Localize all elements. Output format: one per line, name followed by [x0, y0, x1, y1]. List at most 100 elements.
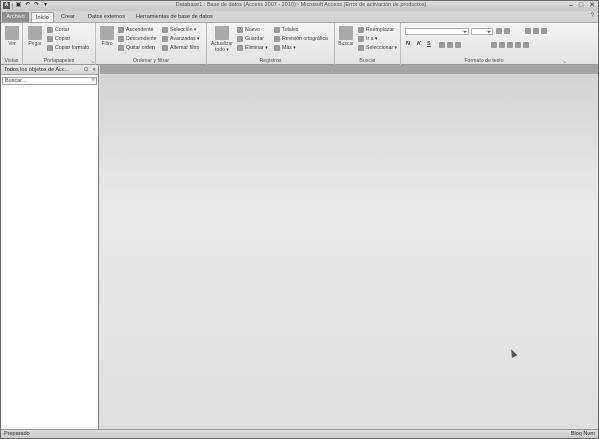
goto-label: Ir a ▾ [366, 36, 378, 42]
font-size-select[interactable] [471, 28, 493, 35]
title-bar: A ▣ ↶ ↷ ▾ Database1 : Base de datos (Acc… [1, 1, 598, 11]
nav-search-placeholder: Buscar... [5, 78, 27, 84]
font-family-select[interactable] [405, 28, 469, 35]
sort-ascending-button[interactable]: Ascendente [118, 26, 153, 34]
selection-button[interactable]: Selección ▾ [162, 26, 197, 34]
highlight-icon[interactable] [447, 42, 453, 48]
status-text: Preparado [4, 431, 30, 437]
selection-label: Selección ▾ [170, 27, 197, 33]
sigma-icon [274, 27, 280, 33]
undo-icon[interactable]: ↶ [24, 2, 31, 9]
format-launcher-icon[interactable]: ↘ [563, 59, 566, 64]
remove-sort-label: Quitar orden [126, 45, 155, 51]
view-button[interactable]: Ver [4, 26, 20, 47]
align-left-icon[interactable] [491, 42, 497, 48]
spelling-button[interactable]: Revisión ortográfica [274, 35, 328, 43]
filter-button[interactable]: Filtro [99, 26, 115, 47]
toggle-filter-button[interactable]: Alternar filtro [162, 44, 199, 52]
nav-search-input[interactable]: Buscar... ⌕ [2, 77, 97, 85]
remove-sort-icon [118, 45, 124, 51]
copy-label: Copiar [55, 36, 71, 42]
italic-button[interactable]: K [417, 41, 421, 47]
cut-button[interactable]: Cortar [47, 26, 69, 34]
tab-file[interactable]: Archivo [2, 12, 29, 22]
remove-sort-button[interactable]: Quitar orden [118, 44, 155, 52]
advanced-filter-icon [162, 36, 168, 42]
new-record-button[interactable]: Nuevo [237, 26, 260, 34]
minimize-button[interactable]: – [569, 2, 573, 10]
format-painter-button[interactable]: Copiar formato [47, 44, 89, 52]
more-button[interactable]: Más ▾ [274, 44, 296, 52]
bullets-icon[interactable] [496, 28, 502, 34]
ribbon: Ver Vistas Pegar Cortar Copiar Copiar fo… [1, 22, 598, 65]
goto-button[interactable]: Ir a ▾ [358, 35, 378, 43]
tab-datos-externos[interactable]: Datos externos [84, 12, 129, 22]
select-button[interactable]: Seleccionar ▾ [358, 44, 397, 52]
new-label: Nuevo [245, 27, 260, 33]
tab-inicio[interactable]: Inicio [31, 12, 54, 22]
sort-asc-label: Ascendente [126, 27, 154, 33]
tab-crear[interactable]: Crear [57, 12, 79, 22]
redo-icon[interactable]: ↷ [33, 2, 40, 9]
numbering-icon[interactable] [504, 28, 510, 34]
align-buttons [491, 41, 529, 49]
maximize-button[interactable]: □ [579, 2, 583, 10]
nav-pane-header[interactable]: Todos los objetos de Acc... ⊙ « [1, 65, 98, 75]
copy-button[interactable]: Copiar [47, 35, 70, 43]
sort-descending-button[interactable]: Descendente [118, 35, 157, 43]
save-record-button[interactable]: Guardar [237, 35, 264, 43]
copy-icon [47, 36, 53, 42]
advanced-label: Avanzadas ▾ [170, 36, 200, 42]
access-app-icon[interactable]: A [3, 2, 10, 9]
paste-button[interactable]: Pegar [26, 26, 44, 47]
mouse-pointer-icon [508, 348, 518, 358]
align-center-icon[interactable] [499, 42, 505, 48]
search-icon[interactable]: ⌕ [92, 77, 95, 83]
replace-label: Reemplazar [366, 27, 394, 33]
group-registros: Actualizar todo ▾ Nuevo Guardar Eliminar… [207, 23, 335, 65]
paste-icon [28, 26, 42, 40]
fill-color-icon[interactable] [455, 42, 461, 48]
brush-icon [47, 45, 53, 51]
totals-button[interactable]: Totales [274, 26, 298, 34]
refresh-all-label: Actualizar todo ▾ [211, 41, 233, 53]
group-ordenar-filtrar: Filtro Ascendente Descendente Quitar ord… [96, 23, 207, 65]
group-label-buscar: Buscar [359, 58, 376, 64]
status-bar: Preparado Bloq Num [1, 429, 598, 438]
font-color-icon[interactable] [439, 42, 445, 48]
align-right-icon[interactable] [507, 42, 513, 48]
alternate-row-color-icon[interactable] [523, 42, 529, 48]
find-button[interactable]: Buscar [337, 26, 355, 47]
navigation-pane: Todos los objetos de Acc... ⊙ « Buscar..… [1, 65, 99, 429]
underline-button[interactable]: S [427, 41, 431, 47]
save-icon[interactable]: ▣ [15, 2, 22, 9]
collapse-pane-icon[interactable]: « [93, 65, 96, 75]
spelling-label: Revisión ortográfica [282, 36, 328, 42]
nav-dropdown-icon[interactable]: ⊙ [84, 65, 89, 75]
paragraph-dropdown-icon[interactable] [541, 28, 547, 34]
toggle-filter-label: Alternar filtro [170, 45, 200, 51]
select-label: Seleccionar ▾ [366, 45, 398, 51]
ltr-icon[interactable] [525, 28, 531, 34]
group-label-portapapeles: Portapapeles [43, 58, 75, 64]
rtl-icon[interactable] [533, 28, 539, 34]
gridlines-icon[interactable] [515, 42, 521, 48]
color-buttons [439, 41, 461, 49]
customize-icon[interactable]: ▾ [42, 2, 49, 9]
save-record-icon [237, 36, 243, 42]
advanced-button[interactable]: Avanzadas ▾ [162, 35, 200, 43]
dialog-launcher-icon[interactable]: ↘ [91, 59, 94, 64]
selection-icon [162, 27, 168, 33]
tab-herramientas[interactable]: Herramientas de base de datos [132, 12, 217, 22]
refresh-all-button[interactable]: Actualizar todo ▾ [209, 26, 235, 53]
replace-button[interactable]: Reemplazar [358, 26, 394, 34]
totals-label: Totales [282, 27, 299, 33]
goto-icon [358, 36, 364, 42]
delete-record-button[interactable]: Eliminar ▾ [237, 44, 268, 52]
close-button[interactable]: ✕ [589, 2, 595, 10]
help-icon[interactable]: ? [591, 13, 594, 19]
refresh-icon [215, 26, 229, 40]
workspace-top-strip [100, 65, 598, 74]
window-controls: – □ ✕ [569, 2, 595, 10]
bold-button[interactable]: N [406, 41, 410, 47]
